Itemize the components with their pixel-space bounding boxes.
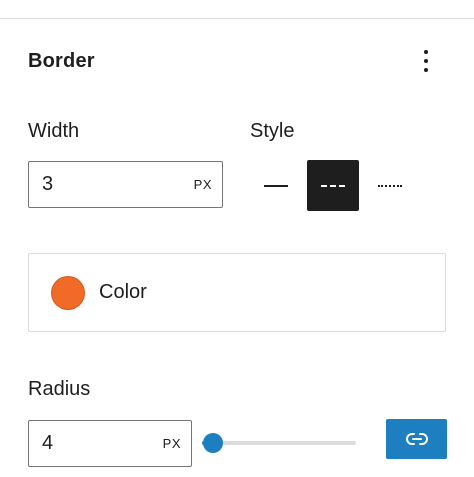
color-label: Color: [99, 281, 147, 303]
radius-label: Radius: [28, 378, 91, 400]
radius-input[interactable]: 4 PX: [28, 420, 192, 467]
slider-track[interactable]: [202, 441, 356, 445]
dotted-line-icon: [378, 184, 402, 187]
style-dashed-button[interactable]: [307, 160, 359, 211]
style-solid-button[interactable]: [250, 160, 302, 211]
radius-unit[interactable]: PX: [163, 436, 191, 451]
options-kebab-icon[interactable]: [412, 44, 440, 78]
link-corners-button[interactable]: [386, 419, 447, 459]
color-picker-button[interactable]: Color: [28, 253, 446, 332]
panel-title: Border: [28, 50, 95, 72]
slider-thumb[interactable]: [203, 433, 223, 453]
border-panel: Border Width Style 3 PX Color Radius 4 P…: [0, 0, 474, 477]
width-input[interactable]: 3 PX: [28, 161, 223, 208]
top-divider: [0, 18, 474, 19]
dashed-line-icon: [321, 184, 345, 187]
width-label: Width: [28, 120, 80, 142]
width-value[interactable]: 3: [29, 173, 194, 196]
radius-value[interactable]: 4: [29, 432, 163, 455]
color-swatch: [51, 275, 85, 310]
solid-line-icon: [264, 184, 288, 187]
radius-slider[interactable]: [202, 431, 356, 455]
style-label: Style: [250, 120, 295, 142]
style-dotted-button[interactable]: [364, 160, 416, 211]
width-unit[interactable]: PX: [194, 177, 222, 192]
link-icon: [405, 433, 428, 445]
